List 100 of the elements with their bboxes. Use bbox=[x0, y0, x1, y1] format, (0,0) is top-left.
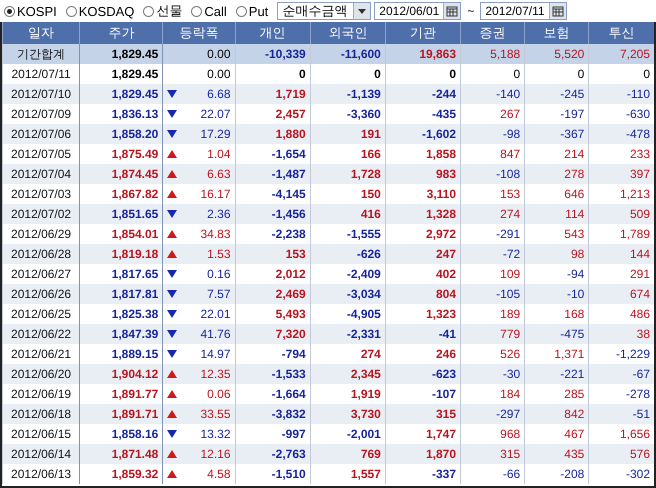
value-cell: -244 bbox=[385, 84, 461, 104]
value-cell: 153 bbox=[235, 244, 310, 264]
date-cell: 2012/07/02 bbox=[2, 204, 80, 224]
value-cell: -1,456 bbox=[235, 204, 310, 224]
value-cell: -245 bbox=[524, 84, 589, 104]
value-cell: -475 bbox=[524, 324, 589, 344]
change-cell: 0.00 bbox=[207, 67, 231, 81]
value-cell: 1,557 bbox=[310, 464, 386, 484]
column-header[interactable]: 외국인 bbox=[310, 22, 386, 44]
date-cell: 2012/07/06 bbox=[2, 124, 80, 144]
value-cell: 3,730 bbox=[310, 404, 386, 424]
value-cell: -302 bbox=[588, 464, 654, 484]
value-cell: -2,763 bbox=[235, 444, 310, 464]
change-cell: 16.17 bbox=[200, 187, 231, 201]
market-radio[interactable]: KOSDAQ bbox=[66, 4, 134, 18]
value-cell: 315 bbox=[385, 404, 461, 424]
column-header[interactable]: 투신 bbox=[588, 22, 654, 44]
column-header[interactable]: 보험 bbox=[524, 22, 589, 44]
value-cell: 576 bbox=[588, 444, 654, 464]
value-cell: -297 bbox=[460, 404, 525, 424]
change-cell: 0.00 bbox=[207, 47, 231, 61]
date-cell: 2012/07/10 bbox=[2, 84, 80, 104]
value-cell: 983 bbox=[385, 164, 461, 184]
market-radio[interactable]: KOSPI bbox=[4, 4, 57, 18]
value-cell: 804 bbox=[385, 284, 461, 304]
price-cell: 1,851.65 bbox=[80, 204, 163, 224]
price-cell: 1,871.48 bbox=[80, 444, 163, 464]
value-cell: 114 bbox=[524, 204, 589, 224]
column-header[interactable]: 일자 bbox=[2, 22, 80, 44]
value-cell: 509 bbox=[588, 204, 654, 224]
value-cell: -105 bbox=[460, 284, 525, 304]
change-cell: 0.16 bbox=[207, 267, 231, 281]
price-cell: 1,859.32 bbox=[80, 464, 163, 484]
value-cell: 191 bbox=[310, 124, 386, 144]
value-cell: 769 bbox=[310, 444, 386, 464]
value-cell: 1,880 bbox=[235, 124, 310, 144]
value-cell: 278 bbox=[524, 164, 589, 184]
column-header[interactable]: 등락폭 bbox=[162, 22, 236, 44]
value-cell: 247 bbox=[385, 244, 461, 264]
value-cell: -3,832 bbox=[235, 404, 310, 424]
value-cell: -1,602 bbox=[385, 124, 461, 144]
value-cell: 274 bbox=[460, 204, 525, 224]
price-cell: 1,891.71 bbox=[80, 404, 163, 424]
start-date-field[interactable]: 2012/06/01 bbox=[374, 2, 462, 20]
value-cell: 1,328 bbox=[385, 204, 461, 224]
date-cell: 2012/06/22 bbox=[2, 324, 80, 344]
value-cell: -1,533 bbox=[235, 364, 310, 384]
value-cell: 779 bbox=[460, 324, 525, 344]
change-cell: 17.29 bbox=[200, 127, 231, 141]
value-cell: -72 bbox=[460, 244, 525, 264]
value-cell: -221 bbox=[524, 364, 589, 384]
value-cell: 674 bbox=[588, 284, 654, 304]
change-cell: 7.57 bbox=[207, 287, 231, 301]
value-cell: -10 bbox=[524, 284, 589, 304]
value-cell: -1,510 bbox=[235, 464, 310, 484]
value-cell: -98 bbox=[460, 124, 525, 144]
price-cell: 1,847.39 bbox=[80, 324, 163, 344]
change-cell: 12.35 bbox=[200, 367, 231, 381]
value-cell: 19,863 bbox=[385, 44, 461, 64]
column-header[interactable]: 증권 bbox=[460, 22, 525, 44]
dropdown-caret-icon bbox=[358, 8, 366, 14]
date-cell: 2012/06/13 bbox=[2, 464, 80, 484]
value-cell: 38 bbox=[588, 324, 654, 344]
value-cell: -108 bbox=[460, 164, 525, 184]
value-cell: 2,345 bbox=[310, 364, 386, 384]
value-cell: -1,487 bbox=[235, 164, 310, 184]
value-cell: 416 bbox=[310, 204, 386, 224]
calendar-icon[interactable] bbox=[446, 5, 458, 17]
value-cell: -623 bbox=[385, 364, 461, 384]
market-radio[interactable]: Call bbox=[191, 4, 227, 18]
date-cell: 2012/06/28 bbox=[2, 244, 80, 264]
end-date-field[interactable]: 2012/07/11 bbox=[480, 2, 567, 20]
price-cell: 1,829.45 bbox=[80, 84, 163, 104]
date-cell: 기간합계 bbox=[2, 44, 80, 64]
column-header[interactable]: 기관 bbox=[385, 22, 461, 44]
price-cell: 1,829.45 bbox=[80, 44, 163, 64]
value-cell: 5,188 bbox=[460, 44, 525, 64]
change-cell: 1.04 bbox=[207, 147, 231, 161]
measure-dropdown[interactable]: 순매수금액 bbox=[277, 2, 372, 20]
value-cell: 1,719 bbox=[235, 84, 310, 104]
value-cell: -337 bbox=[385, 464, 461, 484]
column-header[interactable]: 주가 bbox=[80, 22, 163, 44]
market-radio[interactable]: 선물 bbox=[143, 2, 182, 20]
value-cell: -367 bbox=[524, 124, 589, 144]
change-cell: 6.63 bbox=[207, 167, 231, 181]
market-radio[interactable]: Put bbox=[236, 4, 268, 18]
change-cell: 4.58 bbox=[207, 467, 231, 481]
price-cell: 1,819.18 bbox=[80, 244, 163, 264]
value-cell: 315 bbox=[460, 444, 525, 464]
value-cell: 397 bbox=[588, 164, 654, 184]
calendar-icon[interactable] bbox=[552, 5, 564, 17]
change-cell: 22.01 bbox=[200, 307, 231, 321]
price-cell: 1,874.45 bbox=[80, 164, 163, 184]
value-cell: 7,205 bbox=[588, 44, 654, 64]
value-cell: -110 bbox=[588, 84, 654, 104]
value-cell: -30 bbox=[460, 364, 525, 384]
value-cell: 144 bbox=[588, 244, 654, 264]
column-header[interactable]: 개인 bbox=[235, 22, 310, 44]
change-cell: 22.07 bbox=[200, 107, 231, 121]
date-cell: 2012/07/04 bbox=[2, 164, 80, 184]
